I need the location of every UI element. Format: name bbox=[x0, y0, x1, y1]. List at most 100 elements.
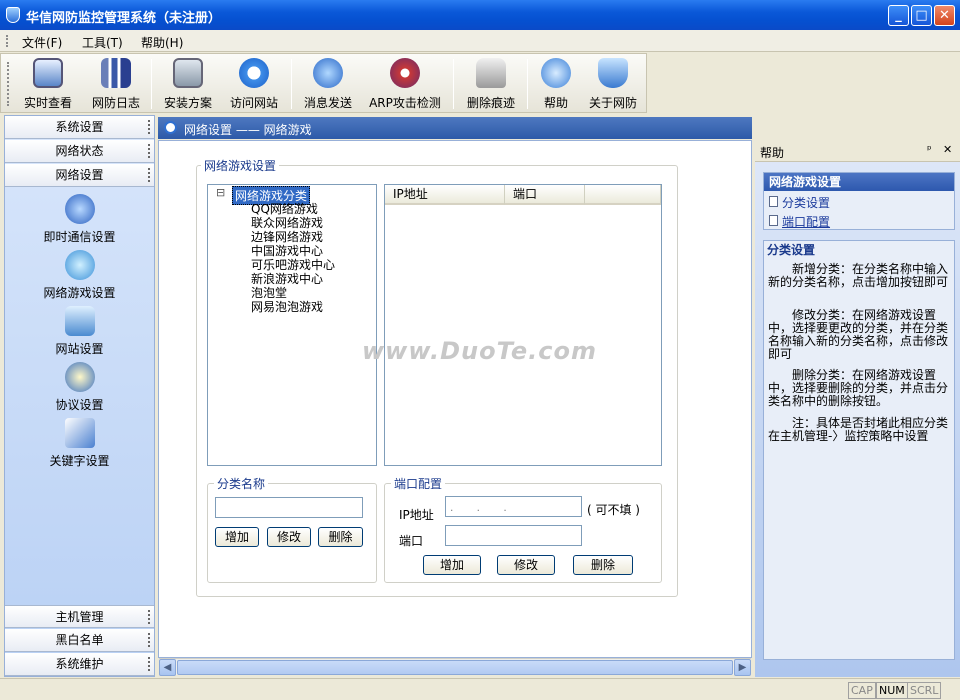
tool-label: 帮助 bbox=[543, 96, 568, 110]
toolbar-separator bbox=[453, 59, 454, 109]
maximize-button[interactable]: □ bbox=[911, 5, 932, 26]
tool-help[interactable]: 帮助 bbox=[531, 58, 581, 112]
app-shield-icon bbox=[6, 7, 20, 23]
protocol-star-icon bbox=[64, 362, 95, 392]
nav-section-system-settings[interactable]: 系统设置 bbox=[5, 116, 154, 139]
watermark-text: www.DuoTe.com bbox=[362, 337, 597, 365]
keyword-document-icon bbox=[64, 418, 95, 448]
nav-section-label: 系统维护 bbox=[55, 657, 104, 671]
help-icon bbox=[541, 58, 571, 88]
help-paragraph: 修改分类：在网络游戏设置中，选择要更改的分类，并在分类名称输入新的分类名称，点击… bbox=[768, 308, 949, 361]
port-delete-button[interactable]: 删除 bbox=[573, 555, 633, 575]
tool-send-message[interactable]: 消息发送 bbox=[297, 58, 359, 112]
main-panel-header: 网络设置 —— 网络游戏 bbox=[158, 117, 752, 139]
nav-section-label: 网络状态 bbox=[55, 144, 104, 158]
nav-grip bbox=[148, 168, 150, 182]
status-scrl: SCRL bbox=[907, 682, 942, 699]
tool-label: ARP攻击检测 bbox=[369, 96, 441, 110]
help-link-port-config[interactable]: 端口配置 bbox=[782, 213, 830, 230]
status-bar: CAP NUM SCRL bbox=[0, 678, 960, 700]
ip-address-label: IP地址 bbox=[399, 508, 434, 522]
window-title: 华信网防监控管理系统（未注册） bbox=[26, 11, 222, 26]
help-link-category[interactable]: 分类设置 bbox=[782, 194, 830, 211]
port-config-group-title: 端口配置 bbox=[391, 475, 446, 492]
nav-section-system-maintenance[interactable]: 系统维护 bbox=[5, 653, 154, 676]
category-delete-button[interactable]: 删除 bbox=[318, 527, 363, 547]
port-input[interactable] bbox=[445, 525, 582, 546]
tool-label: 实时查看 bbox=[23, 96, 72, 110]
toolbar-separator bbox=[527, 59, 528, 109]
tool-label: 关于网防 bbox=[588, 96, 637, 110]
nav-section-black-white-list[interactable]: 黑白名单 bbox=[5, 629, 154, 652]
title-bar: 华信网防监控管理系统（未注册） _ □ ✕ bbox=[0, 0, 960, 30]
menu-file[interactable]: 文件(F) bbox=[22, 34, 62, 51]
nav-grip bbox=[148, 120, 150, 134]
status-cap: CAP bbox=[848, 682, 876, 699]
port-label: 端口 bbox=[399, 534, 424, 548]
toolbar: 实时查看 网防日志 安装方案 访问网站 消息发送 ARP攻击检测 删除痕迹 帮助… bbox=[0, 53, 647, 113]
menu-tools[interactable]: 工具(T) bbox=[82, 34, 123, 51]
tool-realtime-view[interactable]: 实时查看 bbox=[17, 58, 79, 112]
status-num: NUM bbox=[876, 682, 908, 699]
help-paragraph: 新增分类：在分类名称中输入新的分类名称，点击增加按钮即可 bbox=[768, 262, 949, 289]
scroll-right-button[interactable]: ▶ bbox=[734, 659, 751, 676]
nav-item-im-settings[interactable]: 即时通信设置 bbox=[5, 194, 154, 245]
category-name-group-title: 分类名称 bbox=[214, 475, 269, 492]
nav-item-game-settings[interactable]: 网络游戏设置 bbox=[5, 250, 154, 301]
bar-chart-icon bbox=[101, 58, 131, 88]
nav-grip bbox=[148, 144, 150, 158]
tool-erase-traces[interactable]: 删除痕迹 bbox=[459, 58, 523, 112]
nav-item-website-settings[interactable]: 网站设置 bbox=[5, 306, 154, 357]
scroll-thumb[interactable] bbox=[177, 660, 733, 675]
message-send-icon bbox=[313, 58, 343, 88]
port-edit-button[interactable]: 修改 bbox=[497, 555, 555, 575]
port-add-button[interactable]: 增加 bbox=[423, 555, 481, 575]
nav-section-label: 主机管理 bbox=[55, 610, 104, 624]
nav-item-protocol-settings[interactable]: 协议设置 bbox=[5, 362, 154, 413]
minimize-button[interactable]: _ bbox=[888, 5, 909, 26]
tool-netlog[interactable]: 网防日志 bbox=[85, 58, 147, 112]
category-edit-button[interactable]: 修改 bbox=[267, 527, 311, 547]
scroll-left-button[interactable]: ◀ bbox=[159, 659, 176, 676]
tool-about[interactable]: 关于网防 bbox=[585, 58, 641, 112]
tool-install-plan[interactable]: 安装方案 bbox=[157, 58, 219, 112]
tool-arp-detect[interactable]: ARP攻击检测 bbox=[365, 58, 445, 112]
left-nav-panel: 系统设置 网络状态 网络设置 即时通信设置 网络游戏设置 网站设置 协议设置 关… bbox=[4, 115, 155, 677]
help-close-icon[interactable]: ✕ bbox=[943, 143, 952, 156]
nav-section-network-status[interactable]: 网络状态 bbox=[5, 140, 154, 163]
menu-help[interactable]: 帮助(H) bbox=[141, 34, 183, 51]
main-header-title: 网络设置 —— 网络游戏 bbox=[184, 123, 312, 137]
ie-browser-icon bbox=[239, 58, 269, 88]
ip-address-input[interactable] bbox=[445, 496, 582, 517]
column-header-ip[interactable]: IP地址 bbox=[385, 185, 505, 205]
game-settings-group-title: 网络游戏设置 bbox=[201, 157, 280, 174]
tree-node[interactable]: 网易泡泡游戏 bbox=[251, 298, 323, 315]
column-header-port[interactable]: 端口 bbox=[505, 185, 585, 205]
tool-visit-site[interactable]: 访问网站 bbox=[223, 58, 285, 112]
tool-label: 消息发送 bbox=[303, 96, 352, 110]
category-add-button[interactable]: 增加 bbox=[215, 527, 259, 547]
pin-icon[interactable]: ᵖ bbox=[927, 143, 932, 156]
toolbar-grip[interactable] bbox=[7, 62, 9, 106]
help-topic-title: 网络游戏设置 bbox=[764, 173, 954, 191]
close-button[interactable]: ✕ bbox=[934, 5, 955, 26]
monitor-eye-icon bbox=[33, 58, 63, 88]
toolbar-separator bbox=[291, 59, 292, 109]
help-panel: 帮助 ᵖ ✕ 网络游戏设置 分类设置 端口配置 分类设置 新增分类：在分类名称中… bbox=[755, 140, 960, 677]
im-users-icon bbox=[64, 194, 95, 224]
ip-port-list[interactable]: IP地址 端口 bbox=[384, 184, 662, 466]
nav-section-label: 网络设置 bbox=[55, 168, 104, 182]
computer-network-icon bbox=[173, 58, 203, 88]
horizontal-scrollbar[interactable]: ◀ ▶ bbox=[159, 658, 751, 676]
nav-item-keyword-settings[interactable]: 关键字设置 bbox=[5, 418, 154, 469]
nav-section-host-management[interactable]: 主机管理 bbox=[5, 605, 154, 628]
ip-optional-note: ( 可不填 ) bbox=[587, 503, 640, 517]
category-name-input[interactable] bbox=[215, 497, 363, 518]
menu-grip[interactable] bbox=[6, 35, 8, 47]
nav-section-network-settings[interactable]: 网络设置 bbox=[5, 164, 154, 187]
tree-collapse-toggle[interactable]: ⊟ bbox=[216, 186, 225, 199]
main-content: 网络游戏设置 ⊟ 网络游戏分类 QQ网络游戏 联众网络游戏 边锋网络游戏 中国游… bbox=[158, 140, 752, 658]
website-icon bbox=[64, 306, 95, 336]
eraser-icon bbox=[476, 58, 506, 88]
game-category-tree[interactable]: ⊟ 网络游戏分类 QQ网络游戏 联众网络游戏 边锋网络游戏 中国游戏中心 可乐吧… bbox=[207, 184, 377, 466]
